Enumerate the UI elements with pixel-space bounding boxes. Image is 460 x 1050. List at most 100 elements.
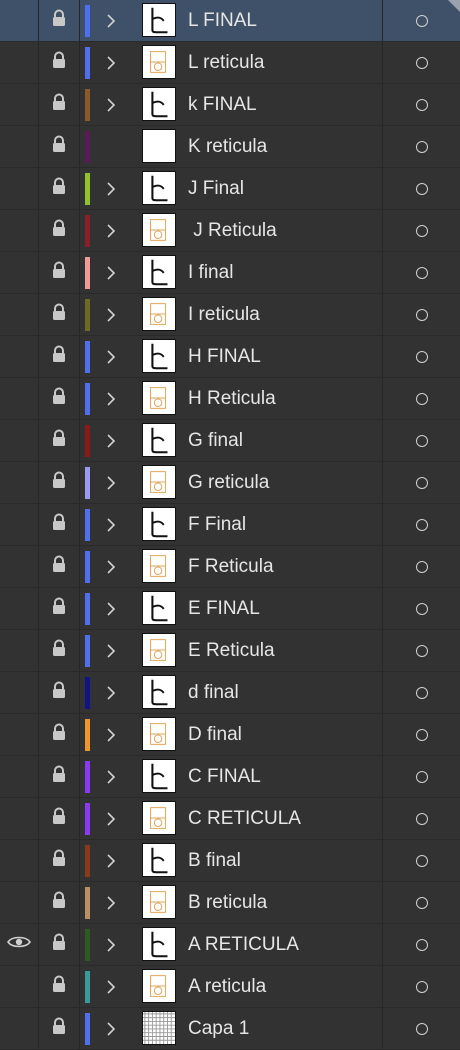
- visibility-toggle[interactable]: [0, 1008, 39, 1049]
- layer-row[interactable]: A reticula: [0, 966, 460, 1008]
- target-button[interactable]: [382, 1008, 460, 1049]
- layer-name[interactable]: d final: [188, 672, 239, 713]
- visibility-toggle[interactable]: [0, 756, 39, 797]
- layer-row[interactable]: A RETICULA: [0, 924, 460, 966]
- layer-row[interactable]: I reticula: [0, 294, 460, 336]
- lock-toggle[interactable]: [39, 42, 80, 83]
- layer-row[interactable]: I final: [0, 252, 460, 294]
- layer-name[interactable]: G reticula: [188, 462, 269, 503]
- layer-name[interactable]: A reticula: [188, 966, 266, 1007]
- chevron-right-icon[interactable]: [103, 84, 119, 125]
- target-button[interactable]: [382, 126, 460, 167]
- target-button[interactable]: [382, 966, 460, 1007]
- lock-toggle[interactable]: [39, 168, 80, 209]
- visibility-toggle[interactable]: [0, 420, 39, 461]
- target-button[interactable]: [382, 294, 460, 335]
- lock-toggle[interactable]: [39, 336, 80, 377]
- target-button[interactable]: [382, 756, 460, 797]
- layer-name[interactable]: k FINAL: [188, 84, 257, 125]
- visibility-toggle[interactable]: [0, 798, 39, 839]
- layer-name[interactable]: E Reticula: [188, 630, 275, 671]
- layer-name[interactable]: B reticula: [188, 882, 267, 923]
- lock-toggle[interactable]: [39, 630, 80, 671]
- layer-row[interactable]: G reticula: [0, 462, 460, 504]
- layer-name[interactable]: H Reticula: [188, 378, 276, 419]
- layer-row[interactable]: B reticula: [0, 882, 460, 924]
- visibility-toggle[interactable]: [0, 168, 39, 209]
- visibility-toggle[interactable]: [0, 924, 39, 965]
- visibility-toggle[interactable]: [0, 504, 39, 545]
- lock-toggle[interactable]: [39, 714, 80, 755]
- chevron-right-icon[interactable]: [103, 798, 119, 839]
- target-button[interactable]: [382, 714, 460, 755]
- chevron-right-icon[interactable]: [103, 924, 119, 965]
- chevron-right-icon[interactable]: [103, 546, 119, 587]
- chevron-right-icon[interactable]: [103, 630, 119, 671]
- chevron-right-icon[interactable]: [103, 756, 119, 797]
- target-button[interactable]: [382, 462, 460, 503]
- target-button[interactable]: [382, 84, 460, 125]
- chevron-right-icon[interactable]: [103, 588, 119, 629]
- lock-toggle[interactable]: [39, 126, 80, 167]
- layer-row[interactable]: G final: [0, 420, 460, 462]
- chevron-right-icon[interactable]: [103, 0, 119, 41]
- visibility-toggle[interactable]: [0, 966, 39, 1007]
- layer-row[interactable]: H Reticula: [0, 378, 460, 420]
- layer-row[interactable]: H FINAL: [0, 336, 460, 378]
- layer-name[interactable]: C FINAL: [188, 756, 261, 797]
- chevron-right-icon[interactable]: [103, 42, 119, 83]
- layer-row[interactable]: D final: [0, 714, 460, 756]
- visibility-toggle[interactable]: [0, 672, 39, 713]
- target-button[interactable]: [382, 588, 460, 629]
- layer-row[interactable]: E FINAL: [0, 588, 460, 630]
- target-button[interactable]: [382, 546, 460, 587]
- lock-toggle[interactable]: [39, 210, 80, 251]
- chevron-right-icon[interactable]: [103, 840, 119, 881]
- visibility-toggle[interactable]: [0, 882, 39, 923]
- visibility-toggle[interactable]: [0, 252, 39, 293]
- chevron-right-icon[interactable]: [103, 1008, 119, 1049]
- visibility-toggle[interactable]: [0, 294, 39, 335]
- layer-name[interactable]: J Reticula: [188, 210, 276, 251]
- lock-toggle[interactable]: [39, 84, 80, 125]
- lock-toggle[interactable]: [39, 378, 80, 419]
- layer-row[interactable]: J Reticula: [0, 210, 460, 252]
- layer-row[interactable]: F Reticula: [0, 546, 460, 588]
- target-button[interactable]: [382, 798, 460, 839]
- target-button[interactable]: [382, 420, 460, 461]
- layer-name[interactable]: J Final: [188, 168, 244, 209]
- visibility-toggle[interactable]: [0, 840, 39, 881]
- visibility-toggle[interactable]: [0, 714, 39, 755]
- target-button[interactable]: [382, 504, 460, 545]
- lock-toggle[interactable]: [39, 756, 80, 797]
- visibility-toggle[interactable]: [0, 84, 39, 125]
- lock-toggle[interactable]: [39, 1008, 80, 1049]
- layer-row[interactable]: C RETICULA: [0, 798, 460, 840]
- chevron-right-icon[interactable]: [103, 462, 119, 503]
- layer-name[interactable]: F Reticula: [188, 546, 274, 587]
- lock-toggle[interactable]: [39, 546, 80, 587]
- layer-row[interactable]: d final: [0, 672, 460, 714]
- visibility-toggle[interactable]: [0, 462, 39, 503]
- lock-toggle[interactable]: [39, 840, 80, 881]
- chevron-right-icon[interactable]: [103, 336, 119, 377]
- layer-row[interactable]: J Final: [0, 168, 460, 210]
- lock-toggle[interactable]: [39, 672, 80, 713]
- target-button[interactable]: [382, 42, 460, 83]
- chevron-right-icon[interactable]: [103, 420, 119, 461]
- target-button[interactable]: [382, 672, 460, 713]
- layer-row[interactable]: B final: [0, 840, 460, 882]
- layer-name[interactable]: F Final: [188, 504, 246, 545]
- chevron-right-icon[interactable]: [103, 714, 119, 755]
- layer-name[interactable]: Capa 1: [188, 1008, 249, 1049]
- chevron-right-icon[interactable]: [103, 672, 119, 713]
- target-button[interactable]: [382, 210, 460, 251]
- layer-name[interactable]: B final: [188, 840, 241, 881]
- visibility-toggle[interactable]: [0, 336, 39, 377]
- lock-toggle[interactable]: [39, 798, 80, 839]
- layer-name[interactable]: K reticula: [188, 126, 267, 167]
- chevron-right-icon[interactable]: [103, 504, 119, 545]
- layer-name[interactable]: L reticula: [188, 42, 264, 83]
- layer-name[interactable]: H FINAL: [188, 336, 261, 377]
- visibility-toggle[interactable]: [0, 210, 39, 251]
